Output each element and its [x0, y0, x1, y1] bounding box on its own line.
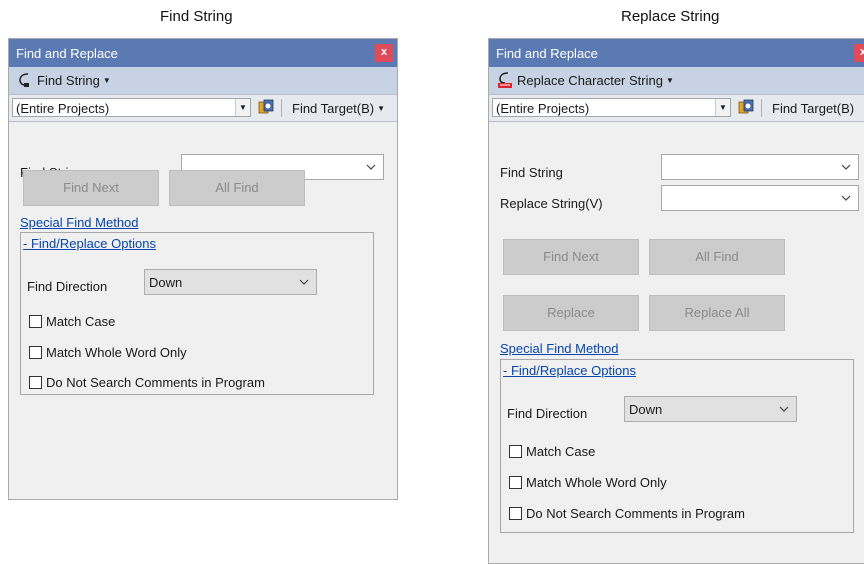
replace-all-button[interactable]: Replace All [649, 295, 785, 331]
replace-scope-select[interactable]: (Entire Projects) ▼ [492, 98, 731, 117]
find-next-button[interactable]: Find Next [23, 170, 159, 206]
replace-match-case-checkbox[interactable] [509, 445, 522, 458]
replace-target-bar: (Entire Projects) ▼ Find Target(B) [489, 94, 864, 122]
find-mode-bar: Find String ▼ [9, 67, 397, 94]
find-scope-select[interactable]: (Entire Projects) ▼ [12, 98, 251, 117]
find-panel: Find and Replace x Find String ▼ (Entire … [8, 38, 398, 500]
match-whole-word-label[interactable]: Match Whole Word Only [46, 345, 187, 360]
replace-options-group: - Find/Replace Options Find Direction Do… [500, 359, 854, 533]
replace-find-replace-options-link[interactable]: - Find/Replace Options [503, 363, 636, 378]
all-find-button[interactable]: All Find [169, 170, 305, 206]
replace-find-direction-value: Down [629, 402, 663, 417]
replace-mode-dropdown[interactable]: Replace Character String ▼ [517, 73, 674, 88]
find-panel-close-button[interactable]: x [375, 44, 393, 62]
replace-no-comments-label[interactable]: Do Not Search Comments in Program [526, 506, 745, 521]
replace-find-direction-label: Find Direction [507, 406, 588, 421]
replace-no-comments-checkbox[interactable] [509, 507, 522, 520]
replace-find-next-button[interactable]: Find Next [503, 239, 639, 275]
caption-replace-string: Replace String [621, 8, 720, 25]
chevron-down-icon[interactable] [840, 192, 852, 204]
find-scope-value: (Entire Projects) [16, 101, 110, 116]
replace-find-string-combo[interactable] [661, 154, 859, 180]
replace-mode-bar: Replace Character String ▼ [489, 67, 864, 94]
find-target-label: Find Target(B) [292, 101, 375, 116]
caret-down-icon: ▼ [665, 76, 674, 85]
replace-scope-value: (Entire Projects) [496, 101, 590, 116]
replace-panel: Find and Replace x Replace Character Str… [488, 38, 864, 564]
replace-find-target-label: Find Target(B) [772, 101, 855, 116]
replace-match-case-label[interactable]: Match Case [526, 444, 595, 459]
no-comments-checkbox[interactable] [29, 376, 42, 389]
replace-mode-label: Replace Character String [517, 73, 663, 88]
replace-match-whole-word-checkbox[interactable] [509, 476, 522, 489]
match-whole-word-checkbox[interactable] [29, 346, 42, 359]
find-target-icon[interactable] [738, 99, 755, 116]
match-case-checkbox[interactable] [29, 315, 42, 328]
replace-all-find-button[interactable]: All Find [649, 239, 785, 275]
chevron-down-icon[interactable] [298, 276, 310, 288]
scope-dropdown-arrow-icon[interactable]: ▼ [715, 99, 730, 116]
find-options-group: - Find/Replace Options Find Direction Do… [20, 232, 374, 395]
caption-find-string: Find String [160, 8, 233, 25]
find-panel-title: Find and Replace [16, 46, 118, 61]
replace-panel-title: Find and Replace [496, 46, 598, 61]
toolbar-divider [281, 99, 282, 117]
replace-panel-close-button[interactable]: x [854, 44, 864, 62]
toolbar-divider [761, 99, 762, 117]
find-target-dropdown[interactable]: Find Target(B) ▼ [292, 101, 385, 116]
replace-string-combo[interactable] [661, 185, 859, 211]
find-panel-titlebar[interactable]: Find and Replace x [9, 39, 397, 67]
caret-down-icon: ▼ [102, 76, 111, 85]
replace-string-icon [497, 72, 513, 88]
replace-button[interactable]: Replace [503, 295, 639, 331]
replace-match-whole-word-label[interactable]: Match Whole Word Only [526, 475, 667, 490]
find-direction-value: Down [149, 275, 183, 290]
replace-find-string-label: Find String [500, 165, 563, 180]
no-comments-label[interactable]: Do Not Search Comments in Program [46, 375, 265, 390]
find-target-icon[interactable] [258, 99, 275, 116]
match-case-label[interactable]: Match Case [46, 314, 115, 329]
caret-down-icon: ▼ [377, 104, 386, 113]
chevron-down-icon[interactable] [365, 161, 377, 173]
find-direction-select[interactable]: Down [144, 269, 317, 295]
scope-dropdown-arrow-icon[interactable]: ▼ [235, 99, 250, 116]
chevron-down-icon[interactable] [778, 403, 790, 415]
replace-find-direction-select[interactable]: Down [624, 396, 797, 422]
find-string-icon [17, 72, 33, 88]
special-find-method-link[interactable]: Special Find Method [20, 215, 139, 230]
find-replace-options-link[interactable]: - Find/Replace Options [23, 236, 156, 251]
replace-find-target-dropdown[interactable]: Find Target(B) [772, 101, 854, 116]
find-mode-label: Find String [37, 73, 100, 88]
chevron-down-icon[interactable] [840, 161, 852, 173]
find-target-bar: (Entire Projects) ▼ Find Target(B) ▼ [9, 94, 397, 122]
find-mode-dropdown[interactable]: Find String ▼ [37, 73, 111, 88]
replace-panel-titlebar[interactable]: Find and Replace x [489, 39, 864, 67]
replace-special-find-method-link[interactable]: Special Find Method [500, 341, 619, 356]
replace-string-label: Replace String(V) [500, 196, 603, 211]
find-direction-label: Find Direction [27, 279, 108, 294]
